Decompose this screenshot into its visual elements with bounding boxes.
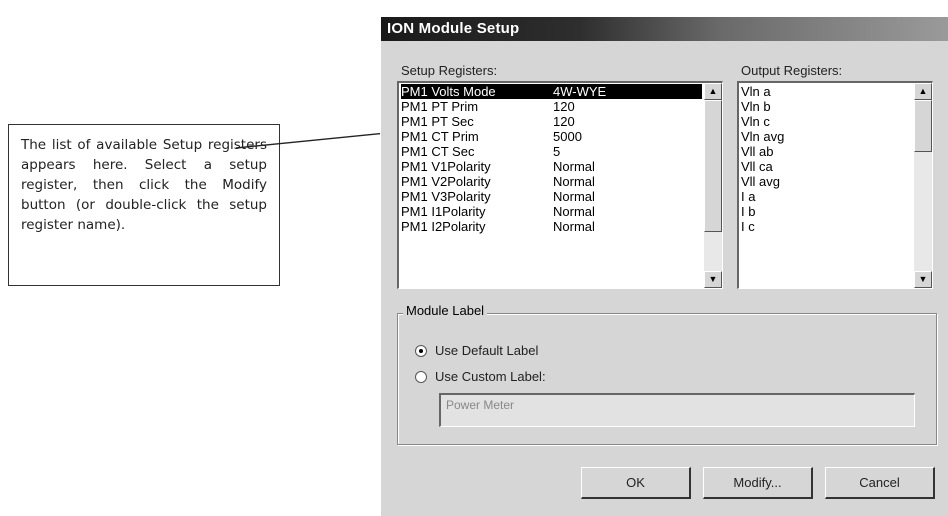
custom-label-value: Power Meter: [446, 398, 515, 412]
setup-register-name: PM1 CT Prim: [401, 129, 479, 144]
setup-register-row[interactable]: PM1 I1Polarity Normal: [401, 204, 702, 219]
custom-label-radio[interactable]: [415, 371, 427, 383]
output-registers-label: Output Registers:: [741, 63, 843, 78]
setup-register-row[interactable]: PM1 PT Prim 120: [401, 99, 702, 114]
down-arrow-icon[interactable]: ▼: [704, 271, 722, 288]
output-register-row[interactable]: Vll ab: [741, 144, 912, 159]
output-register-row[interactable]: I a: [741, 189, 912, 204]
setup-register-row[interactable]: PM1 V3Polarity Normal: [401, 189, 702, 204]
setup-register-value: Normal: [553, 174, 595, 189]
up-arrow-icon[interactable]: ▲: [914, 83, 932, 100]
setup-register-value: Normal: [553, 219, 595, 234]
default-label-radio[interactable]: [415, 345, 427, 357]
setup-register-row[interactable]: PM1 I2Polarity Normal: [401, 219, 702, 234]
setup-registers-label: Setup Registers:: [401, 63, 498, 78]
output-register-row[interactable]: Vll ca: [741, 159, 912, 174]
setup-register-value: Normal: [553, 159, 595, 174]
module-label-title: Module Label: [403, 303, 488, 318]
setup-register-row[interactable]: PM1 Volts Mode 4W-WYE: [401, 84, 702, 99]
scroll-thumb[interactable]: [704, 100, 722, 232]
setup-register-value: 5000: [553, 129, 582, 144]
output-register-row[interactable]: I b: [741, 204, 912, 219]
down-arrow-icon[interactable]: ▼: [914, 271, 932, 288]
callout-note: The list of available Setup registers ap…: [8, 124, 280, 286]
callout-text: The list of available Setup registers ap…: [21, 137, 267, 233]
setup-register-row[interactable]: PM1 CT Prim 5000: [401, 129, 702, 144]
output-register-row[interactable]: I c: [741, 219, 912, 234]
setup-register-row[interactable]: PM1 V1Polarity Normal: [401, 159, 702, 174]
cancel-button[interactable]: Cancel: [825, 467, 935, 499]
setup-register-value: 5: [553, 144, 561, 159]
setup-register-value: Normal: [553, 204, 595, 219]
setup-register-row[interactable]: PM1 V2Polarity Normal: [401, 174, 702, 189]
setup-register-value: 120: [553, 114, 575, 129]
setup-register-name: PM1 V2Polarity: [401, 174, 491, 189]
setup-registers-list[interactable]: PM1 Volts Mode 4W-WYE PM1 PT Prim 120 PM1 PT…: [397, 81, 723, 289]
setup-register-row[interactable]: PM1 PT Sec 120: [401, 114, 702, 129]
modify-button[interactable]: Modify...: [703, 467, 813, 499]
setup-registers-scrollbar[interactable]: ▲ ▼: [704, 83, 722, 288]
setup-register-row[interactable]: PM1 CT Sec 5: [401, 144, 702, 159]
dialog-title: ION Module Setup: [387, 20, 520, 37]
setup-register-name: PM1 PT Sec: [401, 114, 474, 129]
output-registers-scrollbar[interactable]: ▲ ▼: [914, 83, 932, 288]
setup-register-name: PM1 PT Prim: [401, 99, 479, 114]
setup-register-name: PM1 V3Polarity: [401, 189, 491, 204]
output-register-row[interactable]: Vln c: [741, 114, 912, 129]
setup-register-name: PM1 CT Sec: [401, 144, 475, 159]
output-registers-list[interactable]: Vln a Vln b Vln c Vln avg Vll ab Vll ca Vll av…: [737, 81, 933, 289]
setup-register-name: PM1 Volts Mode: [401, 84, 496, 99]
custom-label-option[interactable]: Use Custom Label:: [435, 369, 546, 384]
setup-register-value: Normal: [553, 189, 595, 204]
custom-label-input[interactable]: Power Meter: [439, 393, 915, 427]
setup-register-name: PM1 V1Polarity: [401, 159, 491, 174]
setup-register-value: 4W-WYE: [553, 84, 607, 99]
default-label-option[interactable]: Use Default Label: [435, 343, 538, 358]
output-register-row[interactable]: Vll avg: [741, 174, 912, 189]
up-arrow-icon[interactable]: ▲: [704, 83, 722, 100]
output-register-row[interactable]: Vln avg: [741, 129, 912, 144]
setup-registers-rows: PM1 Volts Mode 4W-WYE PM1 PT Prim 120 PM1 PT…: [401, 84, 702, 234]
setup-register-name: PM1 I2Polarity: [401, 219, 486, 234]
output-register-row[interactable]: Vln b: [741, 99, 912, 114]
output-registers-rows: Vln a Vln b Vln c Vln avg Vll ab Vll ca Vll av…: [741, 84, 912, 234]
ion-module-setup-dialog: ION Module Setup Setup Registers: Output…: [380, 16, 948, 516]
setup-register-name: PM1 I1Polarity: [401, 204, 486, 219]
dialog-title-bar[interactable]: ION Module Setup: [381, 17, 948, 41]
output-register-row[interactable]: Vln a: [741, 84, 912, 99]
setup-register-value: 120: [553, 99, 575, 114]
scroll-thumb[interactable]: [914, 100, 932, 152]
ok-button[interactable]: OK: [581, 467, 691, 499]
